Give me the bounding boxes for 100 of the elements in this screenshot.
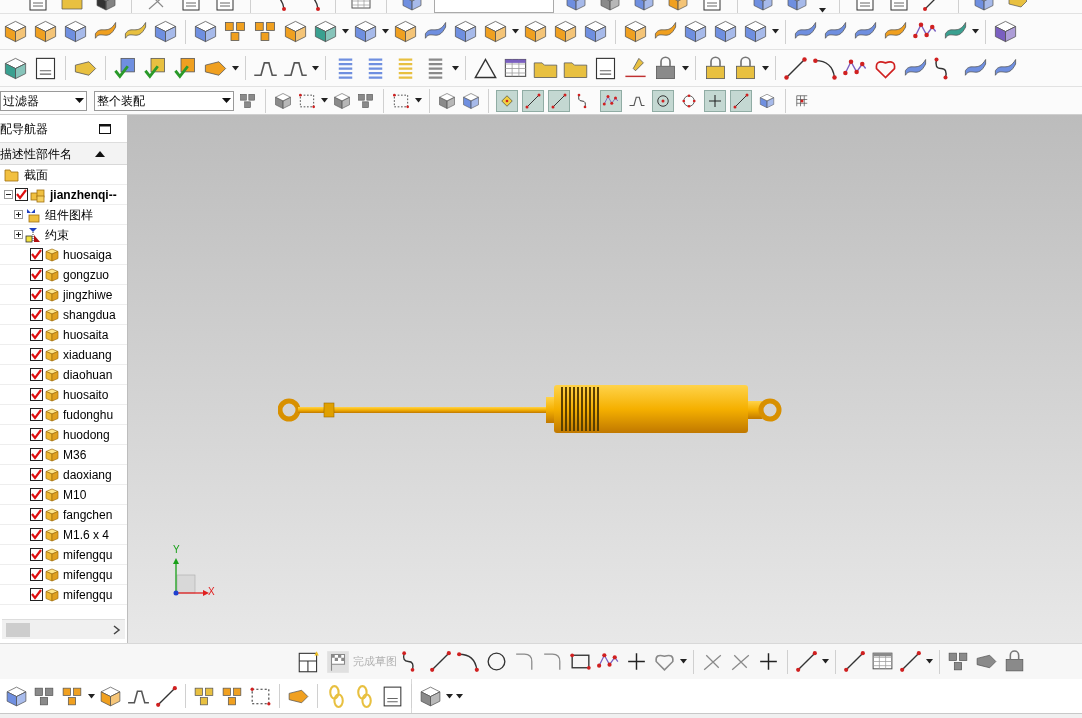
caret-icon[interactable] — [312, 65, 319, 71]
sort-ascending-icon[interactable] — [95, 150, 105, 157]
cube-icon[interactable] — [62, 18, 89, 45]
cube-icon[interactable] — [522, 18, 549, 45]
caret-icon[interactable] — [682, 65, 689, 71]
checkbox[interactable] — [30, 588, 43, 601]
cube-icon[interactable] — [552, 18, 579, 45]
checkbox[interactable] — [30, 348, 43, 361]
caret-icon[interactable] — [512, 29, 519, 34]
tree-item[interactable]: M1.6 x 4 — [0, 525, 127, 545]
tree-item[interactable]: M10 — [0, 485, 127, 505]
line-icon[interactable] — [782, 54, 809, 82]
checkbox[interactable] — [30, 528, 43, 541]
cube-icon — [45, 527, 59, 542]
checkbox[interactable] — [30, 448, 43, 461]
caret-icon[interactable] — [75, 98, 84, 103]
checkbox[interactable] — [30, 428, 43, 441]
caret-icon[interactable] — [452, 65, 459, 71]
checkbox[interactable] — [30, 488, 43, 501]
tree-item[interactable]: fudonghu — [0, 405, 127, 425]
checkbox[interactable] — [30, 568, 43, 581]
tree-item[interactable]: huodong — [0, 425, 127, 445]
line-icon[interactable] — [898, 649, 923, 674]
tree-item[interactable]: M36 — [0, 445, 127, 465]
checkbox[interactable] — [30, 248, 43, 261]
checkbox[interactable] — [15, 188, 28, 201]
tree-item[interactable]: jianzhenqi-- — [0, 185, 127, 205]
checkbox[interactable] — [30, 308, 43, 321]
tree-item[interactable]: 截面 — [0, 165, 127, 185]
caret-icon[interactable] — [232, 65, 239, 71]
cube-icon[interactable] — [392, 18, 419, 45]
expand-icon[interactable] — [14, 230, 23, 239]
cube-icon[interactable] — [282, 18, 309, 45]
tree-item[interactable]: 组件图样 — [0, 205, 127, 225]
tree-item[interactable]: gongzuo — [0, 265, 127, 285]
cube-icon[interactable] — [622, 18, 649, 45]
cube-icon[interactable] — [312, 18, 339, 45]
cube-icon[interactable] — [582, 18, 609, 45]
checkbox[interactable] — [30, 368, 43, 381]
tree-item[interactable]: huosaito — [0, 385, 127, 405]
sketch-layout-icon[interactable] — [296, 648, 322, 675]
cube-icon[interactable] — [712, 18, 739, 45]
caret-icon[interactable] — [772, 29, 779, 34]
caret-icon[interactable] — [972, 29, 979, 34]
caret-icon[interactable] — [342, 29, 349, 34]
expand-icon[interactable] — [14, 210, 23, 219]
line-icon[interactable] — [842, 649, 867, 674]
cube-icon[interactable] — [482, 18, 509, 45]
scroll-right-icon[interactable] — [113, 624, 121, 635]
caret-icon[interactable] — [321, 98, 328, 103]
caret-icon[interactable] — [88, 693, 95, 699]
caret-icon[interactable] — [822, 659, 829, 664]
cube-icon[interactable] — [418, 683, 443, 709]
tree-item[interactable]: fangchen — [0, 505, 127, 525]
cube-icon[interactable] — [192, 18, 219, 45]
checkbox[interactable] — [30, 328, 43, 341]
maximize-icon[interactable] — [99, 123, 111, 134]
collapse-icon[interactable] — [4, 190, 13, 199]
caret-icon[interactable] — [680, 659, 687, 664]
scrollbar-thumb[interactable] — [6, 622, 30, 637]
caret-icon[interactable] — [382, 29, 389, 34]
caret-icon[interactable] — [415, 98, 422, 103]
column-header[interactable]: 描述性部件名 — [0, 143, 127, 165]
caret-icon[interactable] — [222, 98, 231, 103]
line-icon[interactable] — [154, 683, 179, 709]
tree-item[interactable]: jingzhiwe — [0, 285, 127, 305]
tree-item[interactable]: daoxiang — [0, 465, 127, 485]
dropdown-field[interactable]: 过滤器 — [0, 90, 87, 111]
checkbox[interactable] — [30, 268, 43, 281]
cube-icon[interactable] — [152, 18, 179, 45]
tree-item[interactable]: mifengqu — [0, 585, 127, 605]
tree-item[interactable]: huosaiga — [0, 245, 127, 265]
line-icon[interactable] — [794, 649, 819, 674]
checkbox[interactable] — [30, 288, 43, 301]
checkbox[interactable] — [30, 508, 43, 521]
tree-item[interactable]: xiaduang — [0, 345, 127, 365]
tree-item[interactable]: mifengqu — [0, 565, 127, 585]
cube-icon[interactable] — [452, 18, 479, 45]
cube-icon[interactable] — [992, 18, 1019, 45]
checkbox[interactable] — [30, 548, 43, 561]
cube-icon[interactable] — [742, 18, 769, 45]
cube-icon[interactable] — [32, 18, 59, 45]
tree-item[interactable]: shangdua — [0, 305, 127, 325]
arc-icon[interactable] — [456, 649, 481, 674]
tree-item[interactable]: huosaita — [0, 325, 127, 345]
caret-icon[interactable] — [926, 659, 933, 664]
tree-item[interactable]: mifengqu — [0, 545, 127, 565]
cube-icon[interactable] — [2, 18, 29, 45]
tree-item[interactable]: diaohuan — [0, 365, 127, 385]
cube-icon[interactable] — [98, 683, 123, 709]
caret-icon[interactable] — [762, 65, 769, 71]
checkbox[interactable] — [30, 408, 43, 421]
dropdown-field[interactable]: 整个装配 — [94, 90, 234, 111]
cube-icon[interactable] — [4, 683, 29, 709]
checkbox[interactable] — [30, 388, 43, 401]
cube-icon[interactable] — [352, 18, 379, 45]
checkbox[interactable] — [30, 468, 43, 481]
cube-icon[interactable] — [682, 18, 709, 45]
line-icon[interactable] — [428, 649, 453, 674]
tree-item[interactable]: 约束 — [0, 225, 127, 245]
